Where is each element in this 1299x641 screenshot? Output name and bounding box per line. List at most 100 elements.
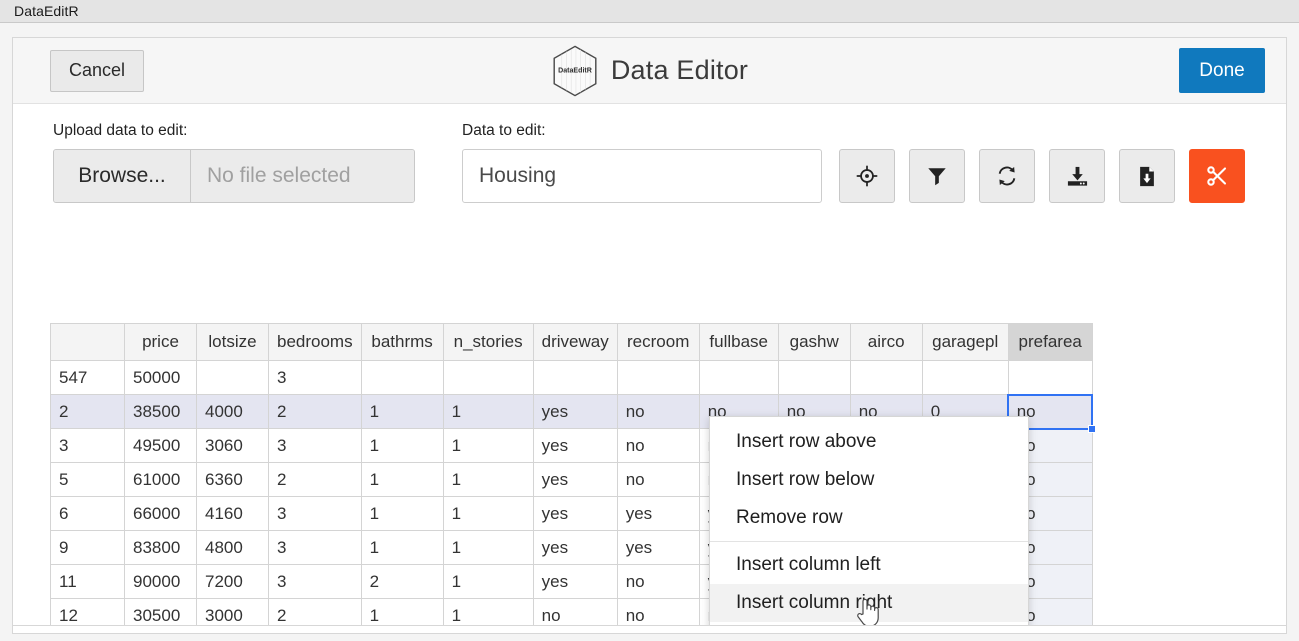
grid-cell[interactable]: yes — [532, 530, 618, 565]
grid-row-header[interactable]: 6 — [50, 496, 125, 531]
grid-column-header-price[interactable]: price — [124, 323, 197, 361]
grid-cell[interactable]: 2 — [268, 462, 362, 497]
grid-column-header-prefarea[interactable]: prefarea — [1007, 323, 1093, 361]
grid-cell[interactable] — [616, 360, 700, 395]
grid-column-header-driveway[interactable]: driveway — [532, 323, 618, 361]
data-to-edit-group: Data to edit: — [462, 122, 822, 203]
grid-cell[interactable]: 1 — [442, 428, 534, 463]
grid-cell[interactable]: 1 — [442, 462, 534, 497]
grid-column-header-garagepl[interactable]: garagepl — [921, 323, 1009, 361]
grid-cell[interactable] — [1007, 360, 1093, 395]
grid-cell[interactable]: 3 — [268, 428, 362, 463]
grid-row-header[interactable]: 547 — [50, 360, 125, 395]
grid-cell[interactable] — [698, 360, 779, 395]
grid-cell[interactable]: 1 — [442, 394, 534, 429]
grid-cell[interactable]: 3 — [268, 496, 362, 531]
grid-column-header-gashw[interactable]: gashw — [777, 323, 851, 361]
grid-cell[interactable]: yes — [532, 496, 618, 531]
grid-context-menu[interactable]: Insert row above Insert row below Remove r… — [709, 416, 1029, 633]
window-titlebar: DataEditR — [0, 0, 1299, 23]
data-to-edit-input[interactable] — [462, 149, 822, 203]
grid-cell[interactable]: 61000 — [124, 462, 197, 497]
grid-cell[interactable]: 4000 — [196, 394, 269, 429]
cancel-button[interactable]: Cancel — [50, 49, 144, 92]
grid-cell[interactable]: yes — [532, 394, 618, 429]
grid-cell[interactable]: 49500 — [124, 428, 197, 463]
grid-cell[interactable]: 66000 — [124, 496, 197, 531]
grid-cell[interactable] — [921, 360, 1009, 395]
grid-cell[interactable]: 1 — [442, 496, 534, 531]
save-icon-button[interactable] — [1049, 149, 1105, 203]
modal-header: Cancel DataEditR Data Editor Done — [13, 38, 1286, 104]
grid-cell[interactable]: 3 — [268, 564, 362, 599]
grid-cell[interactable] — [532, 360, 618, 395]
export-icon-button[interactable] — [1119, 149, 1175, 203]
grid-cell[interactable]: 1 — [360, 394, 444, 429]
grid-cell[interactable]: 90000 — [124, 564, 197, 599]
grid-cell[interactable]: 38500 — [124, 394, 197, 429]
grid-cell[interactable] — [360, 360, 444, 395]
grid-cell[interactable]: yes — [616, 496, 700, 531]
grid-cell[interactable] — [442, 360, 534, 395]
grid-column-header-recroom[interactable]: recroom — [616, 323, 700, 361]
grid-cell[interactable]: 50000 — [124, 360, 197, 395]
grid-column-header-lotsize[interactable]: lotsize — [196, 323, 269, 361]
grid-cell[interactable] — [196, 360, 269, 395]
grid-cell[interactable]: 7200 — [196, 564, 269, 599]
grid-cell[interactable]: 4800 — [196, 530, 269, 565]
grid-cell[interactable]: 1 — [442, 530, 534, 565]
context-menu-item[interactable]: Insert row below — [710, 461, 1028, 499]
grid-cell[interactable]: 6360 — [196, 462, 269, 497]
file-upload-input[interactable]: Browse... No file selected — [53, 149, 415, 203]
grid-row-header[interactable]: 11 — [50, 564, 125, 599]
grid-cell[interactable]: 3060 — [196, 428, 269, 463]
grid-cell[interactable]: 2 — [360, 564, 444, 599]
grid-row-header[interactable]: 5 — [50, 462, 125, 497]
grid-cell[interactable]: yes — [532, 564, 618, 599]
cut-icon-button[interactable] — [1189, 149, 1245, 203]
grid-row-header[interactable]: 9 — [50, 530, 125, 565]
context-menu-item[interactable]: Remove row — [710, 499, 1028, 537]
grid-row-header[interactable]: 2 — [50, 394, 125, 429]
grid-column-header-bathrms[interactable]: bathrms — [360, 323, 444, 361]
grid-cell[interactable]: 83800 — [124, 530, 197, 565]
filter-icon — [926, 165, 948, 187]
context-menu-item[interactable]: Insert column right — [710, 584, 1028, 622]
grid-cell[interactable]: 3 — [268, 360, 362, 395]
filter-icon-button[interactable] — [909, 149, 965, 203]
grid-cell[interactable]: 1 — [360, 428, 444, 463]
sync-icon-button[interactable] — [979, 149, 1035, 203]
grid-corner-cell[interactable] — [50, 323, 125, 361]
grid-cell[interactable]: yes — [616, 530, 700, 565]
grid-cell[interactable] — [777, 360, 851, 395]
context-menu-item[interactable]: Insert row above — [710, 423, 1028, 461]
grid-cell[interactable]: no — [616, 564, 700, 599]
browse-button[interactable]: Browse... — [54, 150, 191, 202]
context-menu-item[interactable]: Insert column left — [710, 546, 1028, 584]
grid-cell[interactable]: yes — [532, 462, 618, 497]
grid-column-header-airco[interactable]: airco — [849, 323, 923, 361]
grid-cell[interactable]: 1 — [360, 530, 444, 565]
grid-cell[interactable] — [849, 360, 923, 395]
done-button[interactable]: Done — [1179, 48, 1265, 93]
grid-cell[interactable]: no — [616, 428, 700, 463]
grid-cell[interactable]: 3 — [268, 530, 362, 565]
grid-cell[interactable]: 1 — [442, 564, 534, 599]
grid-cell[interactable]: yes — [532, 428, 618, 463]
grid-cell[interactable]: no — [616, 394, 700, 429]
grid-row-header[interactable]: 3 — [50, 428, 125, 463]
file-name-display: No file selected — [191, 150, 414, 202]
grid-column-header-bedrooms[interactable]: bedrooms — [268, 323, 362, 361]
context-menu-separator — [710, 541, 1028, 542]
grid-column-header-n_stories[interactable]: n_stories — [442, 323, 534, 361]
grid-cell[interactable]: 1 — [360, 496, 444, 531]
data-grid-region[interactable]: price lotsize bedrooms bathrms n_stories driv… — [50, 323, 1286, 633]
grid-cell[interactable]: 2 — [268, 394, 362, 429]
grid-column-header-fullbase[interactable]: fullbase — [698, 323, 779, 361]
table-row[interactable]: 547 50000 3 — [50, 360, 1093, 395]
upload-group: Upload data to edit: Browse... No file s… — [53, 122, 415, 203]
grid-cell[interactable]: 4160 — [196, 496, 269, 531]
grid-cell[interactable]: no — [616, 462, 700, 497]
select-icon-button[interactable] — [839, 149, 895, 203]
grid-cell[interactable]: 1 — [360, 462, 444, 497]
